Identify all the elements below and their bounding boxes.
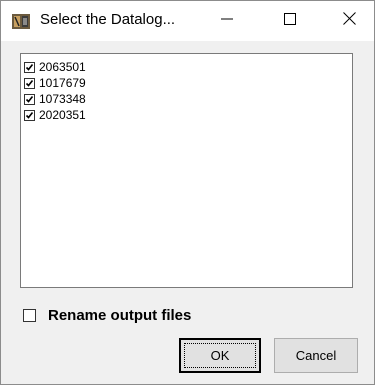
item-label: 1073348 — [39, 92, 86, 106]
cancel-label: Cancel — [295, 348, 337, 363]
item-checkbox[interactable] — [24, 93, 35, 105]
app-icon — [11, 12, 31, 30]
list-item[interactable]: 2020351 — [24, 107, 86, 123]
close-button[interactable] — [326, 1, 372, 41]
rename-output-option[interactable]: Rename output files — [23, 307, 191, 324]
maximize-icon — [284, 12, 296, 30]
list-item[interactable]: 2063501 — [24, 59, 86, 75]
minimize-button[interactable] — [204, 1, 250, 41]
item-checkbox[interactable] — [24, 61, 35, 73]
item-checkbox[interactable] — [24, 77, 35, 89]
rename-checkbox[interactable] — [23, 309, 36, 322]
maximize-button[interactable] — [267, 1, 313, 41]
item-label: 1017679 — [39, 76, 86, 90]
cancel-button[interactable]: Cancel — [274, 338, 358, 373]
ok-button[interactable]: OK — [179, 338, 261, 373]
focus-rect — [184, 343, 256, 368]
item-label: 2063501 — [39, 60, 86, 74]
item-label: 2020351 — [39, 108, 86, 122]
item-checkbox[interactable] — [24, 109, 35, 121]
list-item[interactable]: 1017679 — [24, 75, 86, 91]
dialog-window: Select the Datalog... 2063501 1017679 10… — [0, 0, 375, 385]
window-title: Select the Datalog... — [40, 11, 176, 28]
rename-label: Rename output files — [48, 307, 192, 324]
list-item[interactable]: 1073348 — [24, 91, 86, 107]
minimize-icon — [221, 12, 233, 30]
datalog-listbox[interactable]: 2063501 1017679 1073348 2020351 — [20, 53, 353, 288]
title-bar[interactable]: Select the Datalog... — [1, 1, 374, 41]
close-icon — [342, 12, 356, 30]
